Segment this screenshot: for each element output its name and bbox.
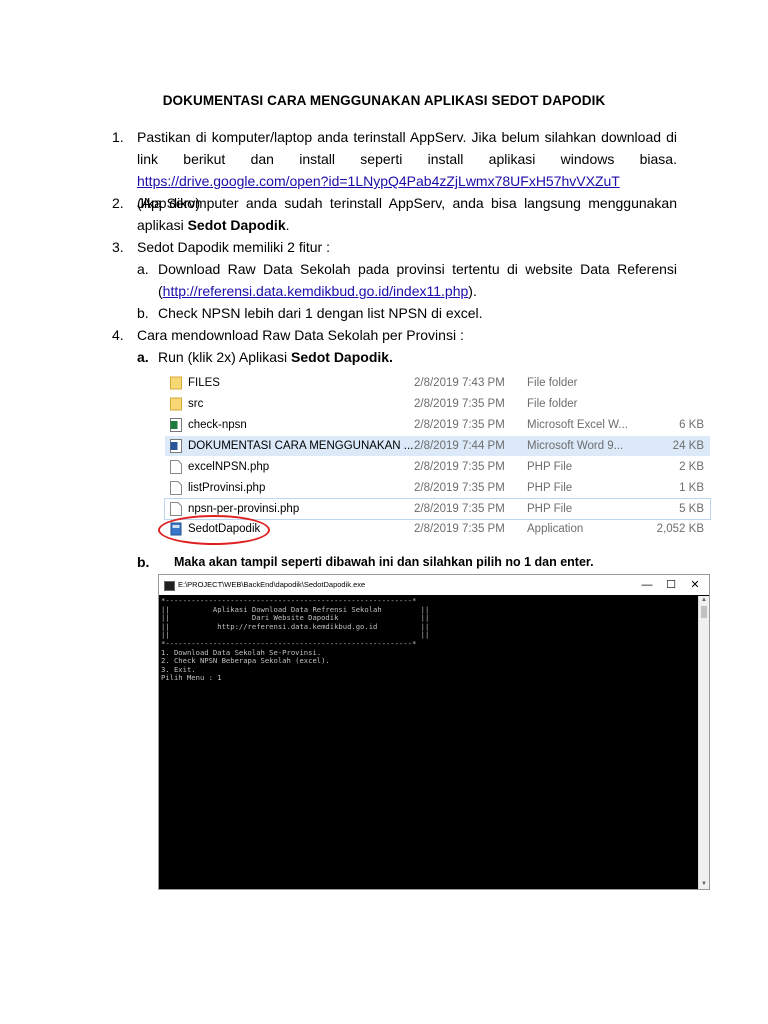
console-window: E:\PROJECT\WEB\BackEnd\dapodik\SedotDapo… <box>158 574 710 890</box>
highlight-circle <box>158 515 270 545</box>
file-size: 1 KB <box>679 482 704 494</box>
file-date: 2/8/2019 7:35 PM <box>414 419 505 431</box>
console-output[interactable]: *---------------------------------------… <box>160 596 699 890</box>
file-row[interactable]: excelNPSN.php 2/8/2019 7:35 PM PHP File … <box>165 457 710 477</box>
file-name: listProvinsi.php <box>188 482 266 494</box>
file-name: DOKUMENTASI CARA MENGGUNAKAN ... <box>188 440 414 452</box>
step3a-line1: Download Raw Data Sekolah pada provinsi … <box>158 261 677 277</box>
file-size: 2 KB <box>679 461 704 473</box>
step-number: 4. <box>112 327 124 343</box>
file-icon <box>170 460 182 474</box>
console-titlebar: E:\PROJECT\WEB\BackEnd\dapodik\SedotDapo… <box>159 575 709 595</box>
step2-text: aplikasi <box>137 217 188 233</box>
substep-label: a. <box>137 349 149 365</box>
file-type: File folder <box>527 377 578 389</box>
file-size: 6 KB <box>679 419 704 431</box>
app-name: Sedot Dapodik <box>187 217 286 233</box>
step-number: 1. <box>112 129 124 145</box>
substep-label: b. <box>137 305 149 321</box>
file-type: Application <box>527 523 584 535</box>
appserv-download-link[interactable]: https://drive.google.com/open?id=1LNypQ4… <box>137 173 620 189</box>
substep-label: b. <box>137 554 150 570</box>
file-row[interactable]: src 2/8/2019 7:35 PM File folder <box>165 394 710 414</box>
file-icon <box>170 502 182 516</box>
step1-line1: Pastikan di komputer/laptop anda terinst… <box>137 129 677 145</box>
paren-close: ). <box>468 283 477 299</box>
step3a-line2: (http://referensi.data.kemdikbud.go.id/i… <box>158 280 677 302</box>
file-name: FILES <box>188 377 220 389</box>
step1-line2: link berikut dan install seperti install… <box>137 151 677 167</box>
file-type: PHP File <box>527 503 573 515</box>
page-title: DOKUMENTASI CARA MENGGUNAKAN APLIKASI SE… <box>162 93 606 108</box>
step2-period: . <box>285 217 290 233</box>
file-row-selected[interactable]: DOKUMENTASI CARA MENGGUNAKAN ... 2/8/201… <box>165 436 710 456</box>
file-date: 2/8/2019 7:35 PM <box>414 461 505 473</box>
step4-text: Cara mendownload Raw Data Sekolah per Pr… <box>137 327 464 343</box>
scroll-thumb[interactable] <box>701 606 707 618</box>
app-name: Sedot Dapodik. <box>291 349 393 365</box>
file-type: Microsoft Excel W... <box>527 419 628 431</box>
file-date: 2/8/2019 7:35 PM <box>414 482 505 494</box>
step2-line2: aplikasi Sedot Dapodik. <box>137 214 677 236</box>
folder-icon <box>170 376 182 390</box>
file-size: 2,052 KB <box>656 523 704 535</box>
console-scrollbar[interactable]: ▲ ▼ <box>698 596 709 889</box>
referensi-link[interactable]: http://referensi.data.kemdikbud.go.id/in… <box>163 283 469 299</box>
file-type: Microsoft Word 9... <box>527 440 624 452</box>
file-size: 24 KB <box>672 440 704 452</box>
scroll-down-arrow-icon[interactable]: ▼ <box>699 880 709 889</box>
step-number: 2. <box>112 195 124 211</box>
console-app-icon <box>164 581 175 591</box>
file-type: PHP File <box>527 482 573 494</box>
file-name: check-npsn <box>188 419 247 431</box>
file-name: src <box>188 398 204 410</box>
file-row[interactable]: check-npsn 2/8/2019 7:35 PM Microsoft Ex… <box>165 415 710 435</box>
file-date: 2/8/2019 7:35 PM <box>414 503 505 515</box>
word-file-icon <box>170 439 182 453</box>
excel-file-icon <box>170 418 182 432</box>
file-date: 2/8/2019 7:44 PM <box>414 440 505 452</box>
console-line: 3. Exit. <box>161 664 196 674</box>
file-icon <box>170 481 182 495</box>
step2-line1: Jika dikomputer anda sudah terinstall Ap… <box>137 195 677 211</box>
scroll-up-arrow-icon[interactable]: ▲ <box>699 596 709 605</box>
step4b-text: Maka akan tampil seperti dibawah ini dan… <box>174 555 594 569</box>
file-row[interactable]: listProvinsi.php 2/8/2019 7:35 PM PHP Fi… <box>165 478 710 498</box>
step4a-text: Run (klik 2x) Aplikasi Sedot Dapodik. <box>158 346 393 368</box>
folder-icon <box>170 397 182 411</box>
console-title: E:\PROJECT\WEB\BackEnd\dapodik\SedotDapo… <box>178 580 366 589</box>
file-row[interactable]: npsn-per-provinsi.php 2/8/2019 7:35 PM P… <box>164 498 711 520</box>
file-row[interactable]: FILES 2/8/2019 7:43 PM File folder <box>165 373 710 393</box>
close-button[interactable]: ✕ <box>681 575 709 595</box>
substep-label: a. <box>137 261 149 277</box>
step4a-run: Run (klik 2x) Aplikasi <box>158 349 292 365</box>
console-line: 2. Check NPSN Beberapa Sekolah (excel). <box>161 656 330 666</box>
step3-text: Sedot Dapodik memiliki 2 fitur : <box>137 239 330 255</box>
file-date: 2/8/2019 7:35 PM <box>414 398 505 410</box>
file-type: File folder <box>527 398 578 410</box>
file-size: 5 KB <box>679 503 704 515</box>
step3b-text: Check NPSN lebih dari 1 dengan list NPSN… <box>158 305 483 321</box>
step-number: 3. <box>112 239 124 255</box>
file-name: excelNPSN.php <box>188 461 270 473</box>
console-line: Pilih Menu : 1 <box>161 673 222 683</box>
file-type: PHP File <box>527 461 573 473</box>
file-date: 2/8/2019 7:35 PM <box>414 523 505 535</box>
file-date: 2/8/2019 7:43 PM <box>414 377 505 389</box>
